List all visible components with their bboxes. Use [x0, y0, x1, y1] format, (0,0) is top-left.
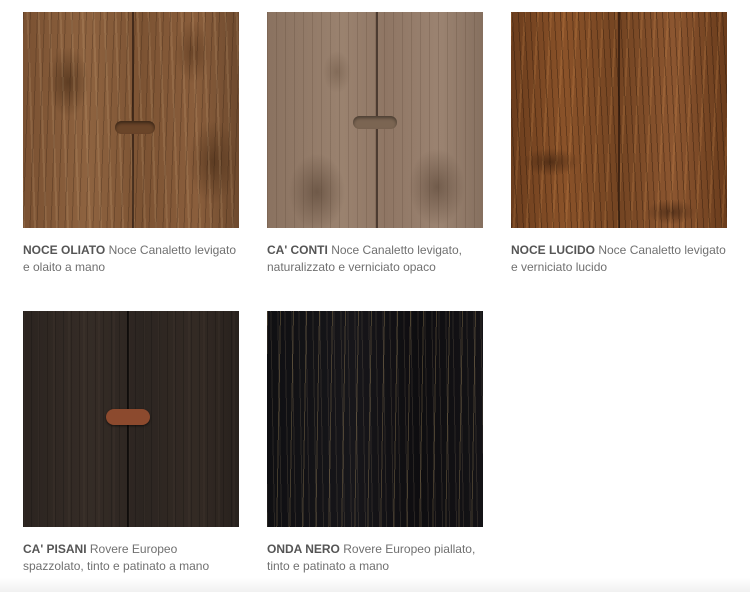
finish-caption: ONDA NERO Rovere Europeo piallato, tinto… — [267, 541, 483, 575]
door-pull-handle — [106, 409, 150, 425]
finish-name: ONDA NERO — [267, 542, 340, 556]
finish-name: CA' PISANI — [23, 542, 87, 556]
finish-caption: NOCE LUCIDO Noce Canaletto levigato e ve… — [511, 242, 727, 276]
finish-name: NOCE OLIATO — [23, 243, 106, 257]
finish-swatch-ca-pisani[interactable]: CA' PISANI Rovere Europeo spazzolato, ti… — [23, 311, 239, 575]
page-bottom-edge — [0, 578, 750, 592]
finish-swatch-noce-oliato[interactable]: NOCE OLIATO Noce Canaletto levigato e ol… — [23, 12, 239, 276]
wood-sample-image — [267, 311, 483, 527]
finish-name: CA' CONTI — [267, 243, 328, 257]
finish-caption: NOCE OLIATO Noce Canaletto levigato e ol… — [23, 242, 239, 276]
wood-sample-image — [267, 12, 483, 228]
door-pull-handle — [353, 116, 397, 129]
finish-swatch-onda-nero[interactable]: ONDA NERO Rovere Europeo piallato, tinto… — [267, 311, 483, 575]
finish-caption: CA' CONTI Noce Canaletto levigato, natur… — [267, 242, 483, 276]
wood-sample-image — [511, 12, 727, 228]
finish-name: NOCE LUCIDO — [511, 243, 595, 257]
finish-swatch-noce-lucido[interactable]: NOCE LUCIDO Noce Canaletto levigato e ve… — [511, 12, 727, 276]
wood-sample-image — [23, 311, 239, 527]
wood-sample-image — [23, 12, 239, 228]
door-pull-handle — [115, 121, 155, 134]
finish-caption: CA' PISANI Rovere Europeo spazzolato, ti… — [23, 541, 239, 575]
finish-swatch-ca-conti[interactable]: CA' CONTI Noce Canaletto levigato, natur… — [267, 12, 483, 276]
